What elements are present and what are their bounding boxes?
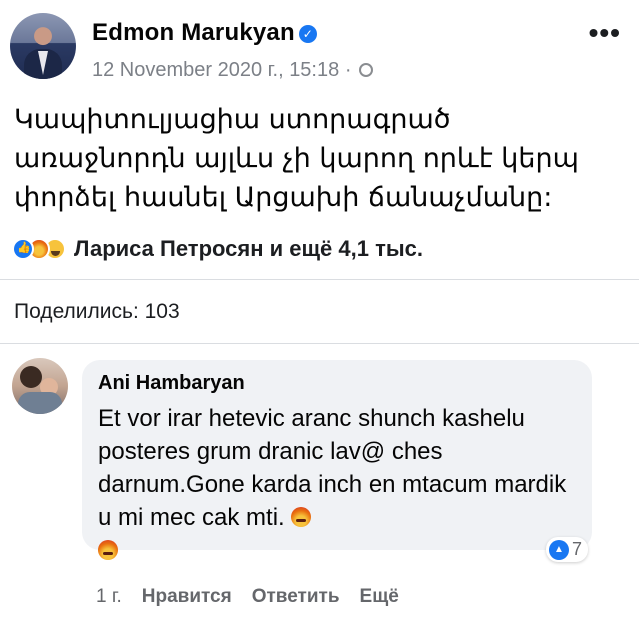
verified-badge-icon: ✓ [298, 25, 317, 43]
post-meta: 12 November 2020 г., 15:18 · [92, 59, 374, 82]
comment-bubble: Ani Hambaryan Et vor irar hetevic aranc … [82, 360, 592, 562]
like-icon: ▲ [548, 539, 569, 560]
comment-emoji-line [98, 540, 118, 563]
comment-actions: 1 г. Нравится Ответить Ещё [96, 586, 399, 608]
post-header: Edmon Marukyan ✓ 12 November 2020 г., 15:… [10, 13, 629, 83]
post-timestamp[interactable]: 12 November 2020 г., 15:18 [92, 59, 339, 81]
author-name[interactable]: Edmon Marukyan [92, 19, 295, 46]
shares-count[interactable]: Поделились: 103 [14, 300, 180, 324]
more-options-icon[interactable]: ••• [589, 17, 621, 49]
commenter-avatar[interactable] [12, 358, 68, 414]
post-text: Կապիտուլյացիա ստորագրած առաջնորդն այլևս … [14, 104, 579, 213]
angry-emoji-icon [98, 540, 118, 560]
like-icon [12, 238, 34, 260]
comment-text: Et vor irar hetevic aranc shunch kashelu… [98, 405, 567, 531]
reactions-summary[interactable]: Лариса Петросян и ещё 4,1 тыс. [74, 236, 423, 262]
comment-author[interactable]: Ani Hambaryan [98, 372, 245, 395]
author-avatar[interactable] [10, 13, 76, 79]
comment-time[interactable]: 1 г. [96, 586, 122, 608]
divider [0, 343, 639, 344]
divider [0, 279, 639, 280]
avatar-figure [20, 366, 42, 388]
comment-like-count[interactable]: ▲ 7 [545, 537, 588, 562]
more-button[interactable]: Ещё [360, 586, 399, 608]
like-comment-button[interactable]: Нравится [142, 586, 232, 608]
globe-icon [359, 63, 374, 77]
avatar-figure [18, 392, 62, 414]
meta-separator: · [344, 59, 352, 81]
reactions-bar[interactable]: Лариса Петросян и ещё 4,1 тыс. [12, 232, 423, 266]
comment-text-block: Et vor irar hetevic aranc shunch kashelu… [98, 402, 568, 534]
comment-like-number: 7 [571, 539, 582, 559]
angry-emoji-icon [291, 507, 312, 527]
reply-button[interactable]: Ответить [252, 586, 340, 608]
author-name-line: Edmon Marukyan ✓ [92, 19, 317, 47]
